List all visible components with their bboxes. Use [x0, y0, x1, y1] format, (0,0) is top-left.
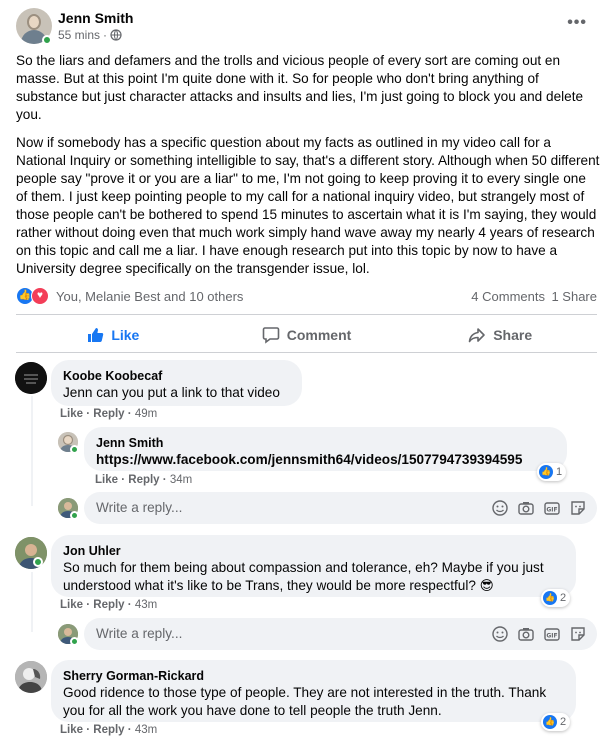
like-reaction-icon: 👍 — [539, 465, 553, 479]
comment-bubble: Koobe Koobecaf Jenn can you put a link t… — [51, 360, 302, 406]
comment-text: Jenn can you put a link to that video — [63, 385, 280, 400]
link-separator: · — [86, 724, 91, 736]
online-status-icon — [70, 511, 79, 520]
comment-reaction-badge[interactable]: 👍 2 — [541, 713, 571, 731]
comment-time[interactable]: 34m — [170, 474, 192, 486]
reply-author-name[interactable]: Jenn Smith — [96, 435, 555, 451]
camera-icon[interactable] — [517, 499, 535, 517]
gif-icon[interactable]: GIF — [543, 625, 561, 643]
post-actions: Like Comment Share — [16, 318, 597, 352]
like-reaction-icon: 👍 — [543, 591, 557, 605]
comment-like-link[interactable]: Like — [60, 408, 83, 420]
commenter-avatar[interactable] — [15, 661, 47, 693]
comment-button[interactable]: Comment — [210, 318, 404, 352]
comment-time[interactable]: 43m — [135, 724, 157, 736]
commenter-name[interactable]: Sherry Gorman-Rickard — [63, 668, 564, 684]
reply-placeholder: Write a reply... — [96, 500, 183, 515]
reply-input[interactable]: Write a reply... GIF — [84, 618, 597, 650]
reply-tools: GIF — [491, 499, 587, 517]
reactions-row: 👍 ♥ You, Melanie Best and 10 others 4 Co… — [16, 286, 597, 306]
reply-bubble: Jenn Smith https://www.facebook.com/jenn… — [84, 427, 567, 471]
gif-icon[interactable]: GIF — [543, 499, 561, 517]
thread-line — [31, 396, 33, 506]
post-time[interactable]: 55 mins — [58, 28, 100, 42]
comment-text: Good ridence to those type of people. Th… — [63, 685, 547, 718]
thumbs-up-icon — [88, 328, 104, 342]
comment-like-link[interactable]: Like — [95, 474, 118, 486]
commenter-name[interactable]: Jon Uhler — [63, 543, 564, 559]
online-status-icon — [42, 35, 52, 45]
svg-text:GIF: GIF — [546, 633, 557, 640]
online-status-icon — [33, 557, 43, 567]
share-button[interactable]: Share — [403, 318, 597, 352]
comment-label: Comment — [286, 327, 352, 343]
reply-tools: GIF — [491, 625, 587, 643]
link-separator: · — [121, 474, 126, 486]
comment-text: So much for them being about compassion … — [63, 560, 544, 593]
link-separator: · — [86, 599, 91, 611]
post-paragraph: Now if somebody has a specific question … — [16, 135, 600, 276]
link-separator: · — [127, 599, 132, 611]
thread-line — [31, 572, 33, 632]
link-separator: · — [127, 408, 132, 420]
emoji-icon[interactable] — [491, 625, 509, 643]
link-separator: · — [86, 408, 91, 420]
comment-links: Like · Reply · 43m — [60, 599, 157, 611]
comment-time[interactable]: 43m — [135, 599, 157, 611]
shares-count[interactable]: 1 Share — [551, 289, 597, 304]
comment-bubble: Jon Uhler So much for them being about c… — [51, 535, 576, 597]
reaction-count: 1 — [556, 466, 563, 478]
post-paragraph: So the liars and defamers and the trolls… — [16, 53, 584, 122]
comment-bubble: Sherry Gorman-Rickard Good ridence to th… — [51, 660, 576, 722]
comment-icon — [262, 327, 280, 344]
comment-reaction-badge[interactable]: 👍 2 — [541, 589, 571, 607]
reaction-count: 2 — [560, 716, 567, 728]
reply-link[interactable]: https://www.facebook.com/jennsmith64/vid… — [96, 451, 555, 469]
link-separator: · — [162, 474, 167, 486]
comment-reply-link[interactable]: Reply — [93, 599, 124, 611]
sticker-icon[interactable] — [569, 625, 587, 643]
share-label: Share — [493, 327, 533, 343]
comment-reply-link[interactable]: Reply — [93, 724, 124, 736]
comment-time[interactable]: 49m — [135, 408, 157, 420]
like-button[interactable]: Like — [16, 318, 210, 352]
comment-links: Like · Reply · 49m — [60, 408, 157, 420]
comment-like-link[interactable]: Like — [60, 599, 83, 611]
reactions-summary[interactable]: You, Melanie Best and 10 others — [56, 289, 243, 304]
reaction-icons[interactable]: 👍 ♥ — [16, 287, 52, 305]
love-reaction-icon: ♥ — [31, 287, 49, 305]
meta-separator: · — [103, 28, 108, 42]
more-horizontal-icon[interactable]: ••• — [567, 14, 587, 32]
svg-text:GIF: GIF — [546, 507, 557, 514]
emoji-icon[interactable] — [491, 499, 509, 517]
divider — [16, 314, 597, 315]
commenter-name[interactable]: Koobe Koobecaf — [63, 368, 290, 384]
like-label: Like — [111, 327, 140, 343]
sticker-icon[interactable] — [569, 499, 587, 517]
online-status-icon — [70, 637, 79, 646]
reaction-count: 2 — [560, 592, 567, 604]
comment-reply-link[interactable]: Reply — [93, 408, 124, 420]
camera-icon[interactable] — [517, 625, 535, 643]
post-author-name[interactable]: Jenn Smith — [58, 10, 133, 26]
link-separator: · — [127, 724, 132, 736]
reply-links: Like · Reply · 34m — [95, 474, 192, 486]
comment-reply-link[interactable]: Reply — [128, 474, 159, 486]
globe-icon — [110, 29, 122, 41]
post-header: Jenn Smith 55 mins · ••• — [16, 8, 597, 48]
commenter-avatar[interactable] — [15, 362, 47, 394]
comments-count[interactable]: 4 Comments — [471, 289, 545, 304]
comment-links: Like · Reply · 43m — [60, 724, 157, 736]
post-meta: 55 mins · — [58, 28, 122, 42]
reply-input[interactable]: Write a reply... GIF — [84, 492, 597, 524]
reply-placeholder: Write a reply... — [96, 626, 183, 641]
like-reaction-icon: 👍 — [543, 715, 557, 729]
comment-like-link[interactable]: Like — [60, 724, 83, 736]
online-status-icon — [70, 445, 79, 454]
post-body: So the liars and defamers and the trolls… — [16, 52, 601, 288]
divider — [16, 352, 597, 353]
comment-reaction-badge[interactable]: 👍 1 — [537, 463, 567, 481]
share-icon — [468, 328, 486, 343]
